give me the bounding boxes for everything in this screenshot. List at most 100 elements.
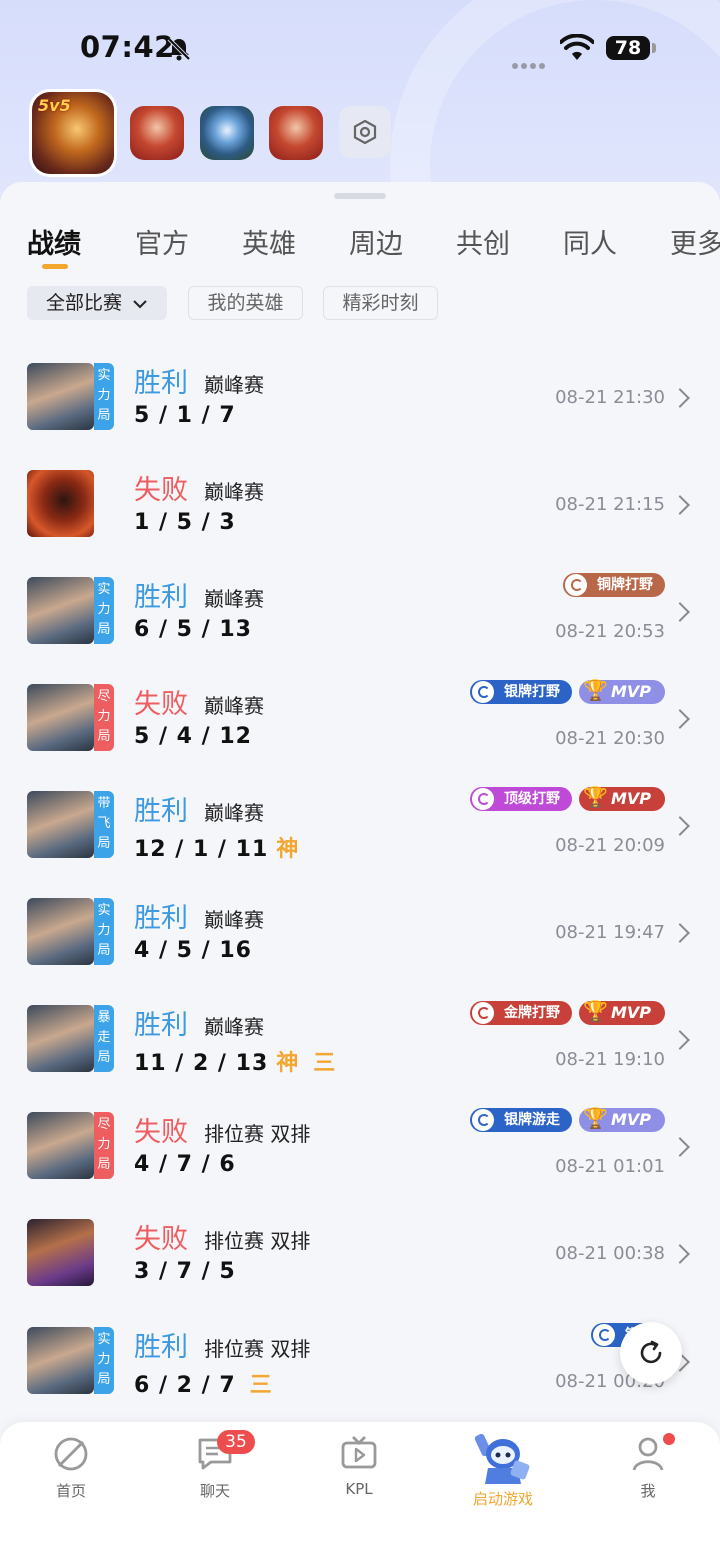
battery-level: 78 bbox=[606, 36, 650, 60]
badge-group: 铜牌打野 bbox=[556, 573, 665, 599]
hexagon-settings-icon[interactable] bbox=[339, 106, 391, 158]
badge-icon bbox=[471, 681, 494, 703]
nav-chat-label: 聊天 bbox=[199, 1482, 230, 1500]
hero-avatar bbox=[27, 363, 94, 430]
kda: 12 / 1 / 11 神 bbox=[134, 831, 299, 863]
mvp-label: MVP bbox=[610, 789, 651, 808]
kda: 3 / 7 / 5 bbox=[134, 1259, 236, 1284]
status-time: 07:42 bbox=[80, 30, 175, 64]
match-type: 巅峰赛 bbox=[204, 587, 264, 611]
match-result: 失败 bbox=[134, 1117, 188, 1148]
match-type: 巅峰赛 bbox=[204, 908, 264, 932]
filter-my-heroes[interactable]: 我的英雄 bbox=[188, 286, 303, 320]
game-icon-2[interactable] bbox=[130, 106, 184, 160]
hero-avatar bbox=[27, 898, 94, 965]
triple-kill-tag: 三 bbox=[313, 1051, 337, 1076]
match-time: 08-21 01:01 bbox=[555, 1156, 665, 1177]
chevron-right-icon bbox=[670, 923, 690, 943]
match-row[interactable]: 带飞局 胜利 巅峰赛 12 / 1 / 11 神 顶级打野 🏆 MVP 08-21 2… bbox=[0, 785, 720, 898]
filter-highlights[interactable]: 精彩时刻 bbox=[323, 286, 438, 320]
position-badge: 铜牌打野 bbox=[563, 573, 665, 597]
tab-more[interactable]: 更多 bbox=[670, 222, 720, 261]
match-type: 排位赛 双排 bbox=[204, 1337, 311, 1361]
tab-record[interactable]: 战绩 bbox=[27, 222, 81, 261]
tab-official[interactable]: 官方 bbox=[135, 222, 189, 261]
match-result: 胜利 bbox=[134, 796, 188, 827]
tab-heroes[interactable]: 英雄 bbox=[242, 222, 296, 261]
kda: 5 / 4 / 12 bbox=[134, 724, 252, 749]
chevron-down-icon bbox=[133, 299, 147, 308]
match-result: 失败 bbox=[134, 1224, 188, 1255]
tab-merch[interactable]: 周边 bbox=[349, 222, 403, 261]
tv-icon bbox=[341, 1436, 377, 1469]
triple-kill-tag: 三 bbox=[249, 1373, 273, 1398]
chevron-right-icon bbox=[670, 602, 690, 622]
match-row[interactable]: 实力局 胜利 巅峰赛 4 / 5 / 16 08-21 19:47 bbox=[0, 898, 720, 1005]
match-type: 巅峰赛 bbox=[204, 480, 264, 504]
mvp-badge: 🏆 MVP bbox=[578, 785, 665, 811]
badge-icon bbox=[471, 1002, 494, 1024]
badge-icon bbox=[471, 788, 494, 810]
kda: 6 / 5 / 13 bbox=[134, 617, 252, 642]
mode-tag: 带飞局 bbox=[94, 791, 114, 858]
battery-cap bbox=[652, 43, 656, 53]
badge-icon bbox=[471, 1109, 494, 1131]
nav-kpl[interactable]: KPL bbox=[309, 1434, 409, 1498]
filter-all-matches[interactable]: 全部比赛 bbox=[27, 286, 167, 320]
match-row[interactable]: 尽力局 失败 排位赛 双排 4 / 7 / 6 银牌游走 🏆 MVP 08-21 0… bbox=[0, 1106, 720, 1219]
drag-handle[interactable] bbox=[334, 193, 386, 199]
hero-avatar bbox=[27, 684, 94, 751]
match-type: 排位赛 双排 bbox=[204, 1122, 311, 1146]
badge-label: 金牌打野 bbox=[503, 1005, 560, 1021]
nav-home-label: 首页 bbox=[55, 1482, 86, 1500]
tab-fanart[interactable]: 同人 bbox=[563, 222, 617, 261]
refresh-icon bbox=[640, 1340, 662, 1364]
badge-label: 银牌游走 bbox=[503, 1112, 560, 1128]
match-row[interactable]: 失败 巅峰赛 1 / 5 / 3 08-21 21:15 bbox=[0, 470, 720, 577]
chevron-right-icon bbox=[670, 1244, 690, 1264]
match-row[interactable]: 实力局 胜利 巅峰赛 5 / 1 / 7 08-21 21:30 bbox=[0, 363, 720, 470]
signal-dots-icon bbox=[512, 54, 548, 73]
notification-dot bbox=[663, 1433, 675, 1445]
home-icon bbox=[54, 1437, 88, 1471]
match-type: 巅峰赛 bbox=[204, 1015, 264, 1039]
mvp-label: MVP bbox=[610, 682, 651, 701]
hero-avatar bbox=[27, 1005, 94, 1072]
game-icon-honor-of-kings[interactable] bbox=[32, 92, 114, 174]
game-icon-4[interactable] bbox=[269, 106, 323, 160]
hero-avatar bbox=[27, 1327, 94, 1394]
mvp-badge: 🏆 MVP bbox=[578, 999, 665, 1025]
tab-cocreate[interactable]: 共创 bbox=[456, 222, 510, 261]
match-row[interactable]: 实力局 胜利 排位赛 双排 6 / 2 / 7三 银牌 08-21 00:20 bbox=[0, 1323, 720, 1434]
kda: 11 / 2 / 13 神三 bbox=[134, 1045, 336, 1077]
mvp-badge: 🏆 MVP bbox=[578, 678, 665, 704]
kda: 5 / 1 / 7 bbox=[134, 403, 236, 428]
nav-me[interactable]: 我 bbox=[598, 1434, 698, 1501]
badge-group: 银牌游走 🏆 MVP bbox=[463, 1106, 665, 1134]
mvp-label: MVP bbox=[610, 1110, 651, 1129]
robot-icon[interactable] bbox=[472, 1430, 534, 1488]
game-icon-3[interactable] bbox=[200, 106, 254, 160]
wifi-icon bbox=[560, 34, 594, 60]
chat-unread-badge: 35 bbox=[217, 1430, 255, 1454]
kda-value: 12 / 1 / 11 bbox=[134, 837, 269, 862]
match-row[interactable]: 尽力局 失败 巅峰赛 5 / 4 / 12 银牌打野 🏆 MVP 08-21 20:… bbox=[0, 678, 720, 791]
hero-avatar bbox=[27, 791, 94, 858]
badge-label: 银牌打野 bbox=[503, 684, 560, 700]
match-time: 08-21 00:38 bbox=[555, 1243, 665, 1264]
match-row[interactable]: 失败 排位赛 双排 3 / 7 / 5 08-21 00:38 bbox=[0, 1219, 720, 1326]
mode-tag: 实力局 bbox=[94, 363, 114, 430]
match-row[interactable]: 实力局 胜利 巅峰赛 6 / 5 / 13 铜牌打野 08-21 20:53 bbox=[0, 573, 720, 684]
match-type: 排位赛 双排 bbox=[204, 1229, 311, 1253]
mode-tag: 暴走局 bbox=[94, 1005, 114, 1072]
match-result: 胜利 bbox=[134, 1332, 188, 1363]
badge-icon bbox=[593, 1324, 615, 1346]
hero-avatar bbox=[27, 470, 94, 537]
match-type: 巅峰赛 bbox=[204, 801, 264, 825]
match-row[interactable]: 暴走局 胜利 巅峰赛 11 / 2 / 13 神三 金牌打野 🏆 MVP 08-21 … bbox=[0, 999, 720, 1112]
refresh-button[interactable] bbox=[620, 1322, 682, 1384]
trophy-icon: 🏆 bbox=[582, 1106, 608, 1130]
nav-me-label: 我 bbox=[640, 1482, 656, 1500]
kda: 4 / 5 / 16 bbox=[134, 938, 252, 963]
nav-home[interactable]: 首页 bbox=[21, 1434, 121, 1501]
